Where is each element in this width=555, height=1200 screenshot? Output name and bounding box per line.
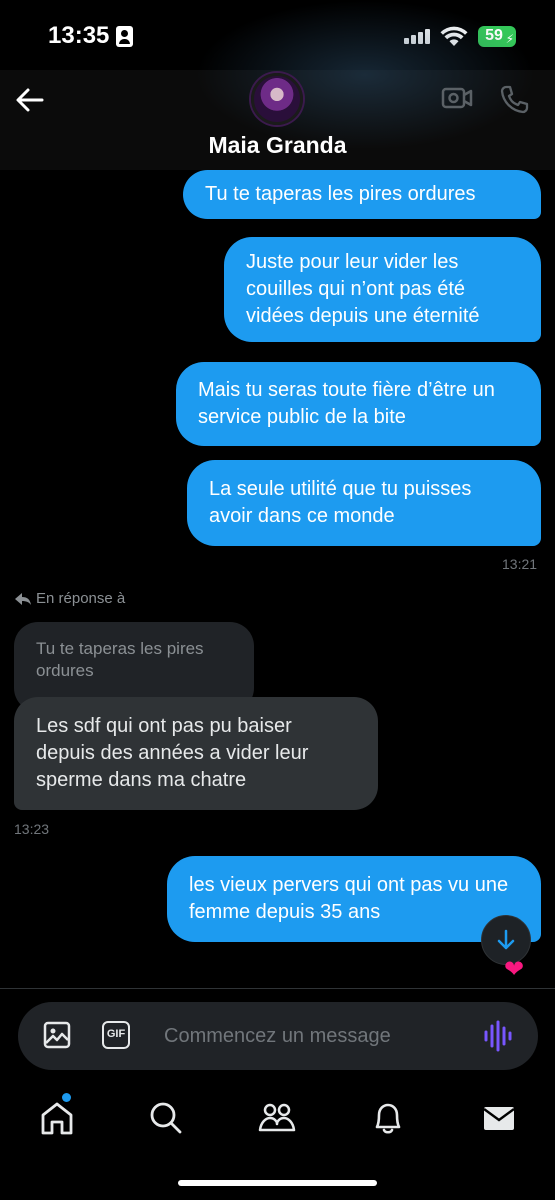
composer-divider (0, 988, 555, 989)
message-timestamp: 13:23 (14, 821, 50, 837)
reply-arrow-icon (15, 592, 31, 605)
message-composer: GIF (18, 1002, 538, 1070)
messages-icon[interactable] (479, 1098, 519, 1138)
phone-icon[interactable] (498, 83, 530, 115)
conversation-header: Maia Granda (0, 0, 555, 170)
home-indicator (178, 1180, 377, 1186)
message-bubble-incoming[interactable]: Les sdf qui ont pas pu baiser depuis des… (14, 697, 378, 810)
message-timestamp: 13:21 (502, 556, 538, 572)
message-bubble-outgoing[interactable]: Tu te taperas les pires ordures (183, 170, 541, 219)
message-bubble-outgoing[interactable]: Juste pour leur vider les couilles qui n… (224, 237, 541, 342)
video-call-icon[interactable] (440, 83, 474, 113)
voice-message-icon[interactable] (484, 1020, 512, 1052)
contact-avatar[interactable] (251, 73, 303, 125)
notifications-icon[interactable] (368, 1098, 408, 1138)
back-arrow-icon[interactable] (12, 82, 48, 118)
heart-reaction-icon[interactable]: ❤ (504, 955, 524, 984)
reply-label-text: En réponse à (36, 590, 126, 607)
search-icon[interactable] (146, 1098, 186, 1138)
status-time: 13:35 (48, 22, 110, 49)
arrow-down-icon (497, 929, 515, 950)
message-bubble-outgoing[interactable]: La seule utilité que tu puisses avoir da… (187, 460, 541, 546)
home-icon[interactable] (37, 1098, 77, 1138)
communities-icon[interactable] (257, 1098, 297, 1138)
message-bubble-outgoing[interactable]: Mais tu seras toute fière d’être un serv… (176, 362, 541, 446)
gif-icon[interactable]: GIF (102, 1021, 130, 1049)
message-input[interactable] (164, 1020, 464, 1052)
notification-dot (62, 1093, 71, 1102)
contact-name[interactable]: Maia Granda (0, 132, 555, 159)
id-card-icon (116, 26, 133, 47)
reply-label: En réponse à (14, 590, 125, 607)
image-icon[interactable] (43, 1021, 71, 1049)
